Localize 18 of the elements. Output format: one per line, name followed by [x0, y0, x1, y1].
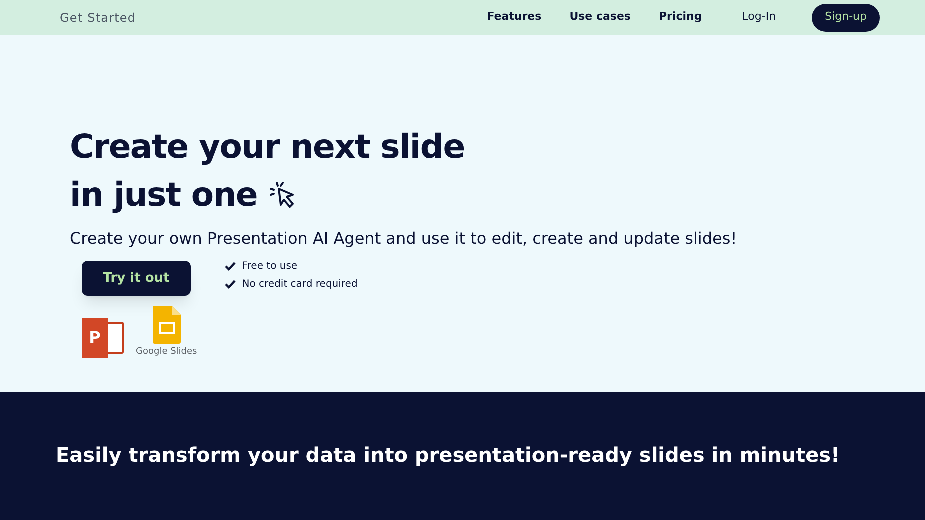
hero-title: in just one [70, 174, 258, 216]
perk-text: No credit card required [242, 278, 358, 292]
try-it-out-button[interactable]: Try it out [82, 261, 191, 296]
hero-title: Create your next slide [70, 126, 466, 168]
checkmark-icon [225, 262, 236, 271]
section-heading: Easily transform your data into presentation-ready slides in minutes! [56, 442, 842, 469]
perk-text: Free to use [242, 260, 298, 274]
brand-link[interactable]: Get Started [60, 8, 136, 26]
login-link[interactable]: Log-In [742, 9, 776, 26]
google-slides-label: Google Slides [136, 346, 198, 359]
nav-link[interactable]: Use cases [570, 9, 631, 26]
powerpoint-logo: P [82, 316, 126, 360]
signup-button[interactable]: Sign-up [812, 4, 880, 32]
slides-document-icon [152, 306, 181, 344]
hero-subtitle: Create your own Presentation AI Agent and use it to edit, create and update slides! [70, 228, 738, 250]
nav-link[interactable]: Features [487, 9, 542, 26]
nav-link[interactable]: Pricing [658, 9, 702, 26]
checkmark-icon [225, 280, 236, 289]
